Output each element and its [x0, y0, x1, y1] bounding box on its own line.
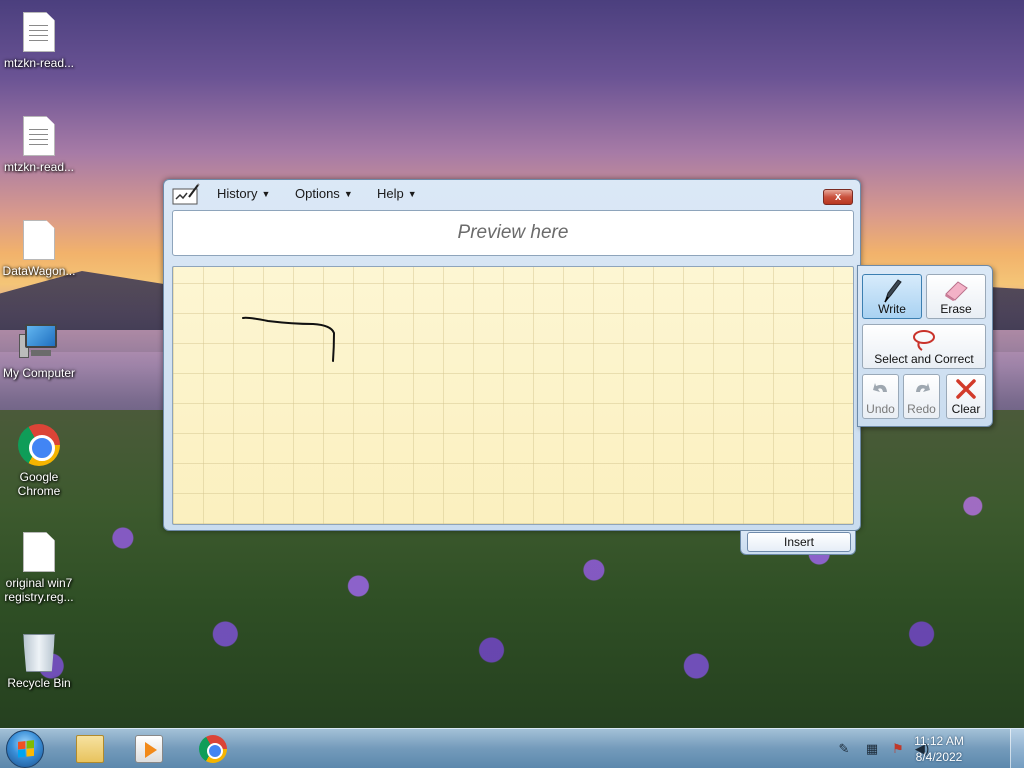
- preview-placeholder: Preview here: [457, 222, 569, 243]
- desktop-icon-registry-file[interactable]: original win7 registry.reg...: [0, 532, 78, 604]
- insert-button[interactable]: Insert: [747, 532, 851, 552]
- desktop-icon-label: mtzkn-read...: [3, 56, 75, 70]
- desktop-icon-label: mtzkn-read...: [3, 160, 75, 174]
- close-button[interactable]: x: [823, 189, 853, 205]
- taskbar-media-player[interactable]: [121, 733, 177, 765]
- erase-button-label: Erase: [940, 302, 972, 316]
- select-and-correct-button[interactable]: Select and Correct: [862, 324, 986, 369]
- clock[interactable]: 11:12 AM 8/4/2022: [904, 733, 974, 765]
- tool-panel: Write Erase Select and Correct Undo Redo…: [857, 265, 993, 427]
- menu-help[interactable]: Help ▼: [377, 186, 417, 201]
- windows-logo-icon: [18, 740, 34, 758]
- blank-document-icon: [23, 220, 55, 260]
- eraser-icon: [945, 281, 968, 301]
- redo-label: Redo: [907, 402, 936, 416]
- redo-button[interactable]: Redo: [903, 374, 940, 419]
- writing-pad[interactable]: [172, 266, 854, 525]
- write-button-label: Write: [878, 302, 906, 316]
- chrome-icon: [18, 424, 60, 466]
- media-player-icon: [135, 735, 163, 763]
- desktop-icon-recycle-bin[interactable]: Recycle Bin: [0, 634, 78, 690]
- close-icon: x: [834, 191, 842, 203]
- pen-icon: [884, 279, 902, 303]
- network-icon[interactable]: ▦: [864, 741, 880, 757]
- write-button[interactable]: Write: [862, 274, 922, 319]
- computer-icon: [17, 322, 61, 362]
- text-document-icon: [23, 12, 55, 52]
- menu-options[interactable]: Options ▼: [295, 186, 353, 201]
- system-tray: ✎ ▦ ⚑ ◀) 11:12 AM 8/4/2022: [824, 729, 1024, 768]
- text-document-icon: [23, 116, 55, 156]
- chevron-down-icon: ▼: [261, 189, 271, 199]
- input-panel-menubar: History ▼ Options ▼ Help ▼ x: [164, 180, 860, 208]
- chevron-down-icon: ▼: [343, 189, 353, 199]
- desktop-icon-label: Google Chrome: [17, 470, 61, 498]
- undo-label: Undo: [866, 402, 895, 416]
- taskbar-chrome[interactable]: [185, 733, 241, 765]
- lasso-icon: [913, 330, 935, 351]
- clear-x-icon: [956, 379, 976, 399]
- pen-input-icon[interactable]: ✎: [836, 741, 852, 757]
- input-panel-logo-icon: [172, 183, 200, 205]
- desktop-icon-my-computer[interactable]: My Computer: [0, 322, 78, 380]
- erase-button[interactable]: Erase: [926, 274, 986, 319]
- chrome-icon: [199, 735, 227, 763]
- undo-icon: [872, 383, 887, 392]
- clear-label: Clear: [951, 402, 981, 416]
- desktop-icon-label: Recycle Bin: [7, 676, 71, 690]
- desktop-icon-label: DataWagon...: [2, 264, 76, 278]
- desktop-icon-google-chrome[interactable]: Google Chrome: [0, 424, 78, 498]
- menu-history[interactable]: History ▼: [217, 186, 270, 201]
- desktop-icon-label: My Computer: [2, 366, 76, 380]
- recycle-bin-icon: [23, 634, 55, 672]
- taskbar-windows-explorer[interactable]: [62, 733, 118, 765]
- chevron-down-icon: ▼: [407, 189, 417, 199]
- select-and-correct-label: Select and Correct: [874, 352, 974, 366]
- ink-stroke: [242, 316, 336, 362]
- show-desktop-button[interactable]: [1010, 729, 1024, 768]
- desktop-icon-label: original win7 registry.reg...: [4, 576, 74, 604]
- redo-icon: [915, 383, 930, 392]
- desktop-icon-datawagon[interactable]: DataWagon...: [0, 220, 78, 278]
- windows-explorer-icon: [76, 735, 104, 763]
- desktop-icon-mtzkn-readme-1[interactable]: mtzkn-read...: [0, 12, 78, 70]
- input-panel-window: History ▼ Options ▼ Help ▼ x Preview here: [163, 179, 861, 531]
- preview-area: Preview here: [172, 210, 854, 256]
- registry-file-icon: [23, 532, 55, 572]
- insert-tab: Insert: [740, 531, 856, 555]
- clock-time: 11:12 AM: [914, 734, 964, 748]
- taskbar: ✎ ▦ ⚑ ◀) 11:12 AM 8/4/2022: [0, 728, 1024, 768]
- clear-button[interactable]: Clear: [946, 374, 986, 419]
- desktop-icon-mtzkn-readme-2[interactable]: mtzkn-read...: [0, 116, 78, 174]
- start-button[interactable]: [6, 730, 44, 768]
- undo-button[interactable]: Undo: [862, 374, 899, 419]
- clock-date: 8/4/2022: [915, 750, 963, 764]
